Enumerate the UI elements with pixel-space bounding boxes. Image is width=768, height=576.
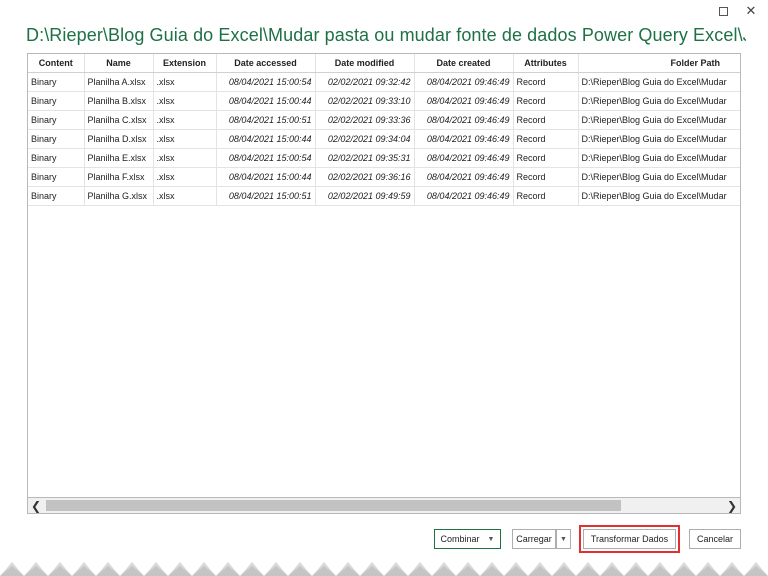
cell-date-modified: 02/02/2021 09:33:10	[315, 91, 415, 111]
cell-content: Binary	[28, 167, 85, 187]
cell-name: Planilha D.xlsx	[84, 129, 154, 149]
preview-table: Content Name Extension Date accessed Dat…	[28, 54, 740, 206]
cell-content: Binary	[28, 91, 85, 111]
cell-extension: .xlsx	[153, 167, 217, 187]
cell-extension: .xlsx	[153, 110, 217, 130]
cell-content: Binary	[28, 186, 85, 206]
table-row[interactable]: Binary Planilha E.xlsx .xlsx 08/04/2021 …	[28, 148, 740, 168]
column-header-content[interactable]: Content	[28, 54, 85, 73]
window-title: D:\Rieper\Blog Guia do Excel\Mudar pasta…	[26, 25, 746, 45]
cell-extension: .xlsx	[153, 91, 217, 111]
cell-date-modified: 02/02/2021 09:49:59	[315, 186, 415, 206]
cell-date-modified: 02/02/2021 09:36:16	[315, 167, 415, 187]
data-preview-grid[interactable]: Content Name Extension Date accessed Dat…	[27, 53, 741, 514]
column-header-attributes[interactable]: Attributes	[513, 54, 579, 73]
caret-down-icon: ▼	[560, 535, 567, 543]
cell-date-accessed: 08/04/2021 15:00:44	[216, 167, 316, 187]
cell-attributes: Record	[513, 148, 579, 168]
scrollbar-track[interactable]	[44, 500, 724, 511]
column-header-extension[interactable]: Extension	[153, 54, 217, 73]
cell-date-modified: 02/02/2021 09:35:31	[315, 148, 415, 168]
cell-date-accessed: 08/04/2021 15:00:51	[216, 186, 316, 206]
cell-attributes: Record	[513, 167, 579, 187]
combinar-button[interactable]: Combinar ▼	[434, 529, 501, 549]
dialog-footer: Combinar ▼ Carregar ▼ Transformar Dados …	[0, 525, 768, 553]
cell-attributes: Record	[513, 129, 579, 149]
table-row[interactable]: Binary Planilha A.xlsx .xlsx 08/04/2021 …	[28, 72, 740, 92]
cell-name: Planilha B.xlsx	[84, 91, 154, 111]
cell-date-created: 08/04/2021 09:46:49	[414, 167, 514, 187]
scrollbar-thumb[interactable]	[46, 500, 621, 511]
transformar-dados-button[interactable]: Transformar Dados	[583, 529, 676, 549]
cell-attributes: Record	[513, 110, 579, 130]
scroll-right-button[interactable]: ❯	[724, 498, 740, 513]
cell-folder-path: D:\Rieper\Blog Guia do Excel\Mudar	[578, 129, 740, 149]
cell-folder-path: D:\Rieper\Blog Guia do Excel\Mudar	[578, 167, 740, 187]
cell-date-accessed: 08/04/2021 15:00:44	[216, 129, 316, 149]
horizontal-scrollbar[interactable]: ❮ ❯	[27, 497, 741, 514]
carregar-dropdown-button[interactable]: ▼	[556, 529, 571, 549]
combinar-label: Combinar	[440, 534, 480, 544]
chevron-right-icon: ❯	[726, 498, 738, 513]
cell-extension: .xlsx	[153, 186, 217, 206]
cell-folder-path: D:\Rieper\Blog Guia do Excel\Mudar	[578, 110, 740, 130]
cell-date-modified: 02/02/2021 09:32:42	[315, 72, 415, 92]
cell-folder-path: D:\Rieper\Blog Guia do Excel\Mudar	[578, 186, 740, 206]
maximize-icon	[718, 6, 728, 16]
close-button[interactable]: ✕	[744, 3, 758, 18]
cell-date-accessed: 08/04/2021 15:00:54	[216, 72, 316, 92]
table-row[interactable]: Binary Planilha F.xlsx .xlsx 08/04/2021 …	[28, 167, 740, 187]
caret-down-icon: ▼	[487, 535, 495, 543]
column-header-date-accessed[interactable]: Date accessed	[216, 54, 316, 73]
cell-name: Planilha E.xlsx	[84, 148, 154, 168]
cell-folder-path: D:\Rieper\Blog Guia do Excel\Mudar	[578, 148, 740, 168]
window-controls: ✕	[716, 3, 758, 18]
cell-folder-path: D:\Rieper\Blog Guia do Excel\Mudar	[578, 91, 740, 111]
carregar-button[interactable]: Carregar	[512, 529, 556, 549]
close-icon: ✕	[745, 3, 757, 18]
cell-date-accessed: 08/04/2021 15:00:44	[216, 91, 316, 111]
scroll-left-button[interactable]: ❮	[28, 498, 44, 513]
cell-name: Planilha C.xlsx	[84, 110, 154, 130]
maximize-button[interactable]	[716, 4, 730, 18]
cell-name: Planilha F.xlsx	[84, 167, 154, 187]
cancelar-button[interactable]: Cancelar	[689, 529, 741, 549]
cell-attributes: Record	[513, 91, 579, 111]
cell-date-accessed: 08/04/2021 15:00:51	[216, 110, 316, 130]
cell-extension: .xlsx	[153, 148, 217, 168]
column-header-date-created[interactable]: Date created	[414, 54, 514, 73]
cell-date-modified: 02/02/2021 09:34:04	[315, 129, 415, 149]
cell-attributes: Record	[513, 186, 579, 206]
header-row: Content Name Extension Date accessed Dat…	[28, 54, 740, 73]
cell-folder-path: D:\Rieper\Blog Guia do Excel\Mudar	[578, 72, 740, 92]
cell-date-modified: 02/02/2021 09:33:36	[315, 110, 415, 130]
cell-date-created: 08/04/2021 09:46:49	[414, 186, 514, 206]
cell-date-created: 08/04/2021 09:46:49	[414, 72, 514, 92]
table-row[interactable]: Binary Planilha C.xlsx .xlsx 08/04/2021 …	[28, 110, 740, 130]
column-header-name[interactable]: Name	[84, 54, 154, 73]
cell-attributes: Record	[513, 72, 579, 92]
column-header-date-modified[interactable]: Date modified	[315, 54, 415, 73]
column-header-folder-path[interactable]: Folder Path	[578, 54, 740, 73]
cell-content: Binary	[28, 72, 85, 92]
cell-date-created: 08/04/2021 09:46:49	[414, 148, 514, 168]
cell-content: Binary	[28, 148, 85, 168]
table-row[interactable]: Binary Planilha G.xlsx .xlsx 08/04/2021 …	[28, 186, 740, 206]
chevron-left-icon: ❮	[30, 498, 42, 513]
table-row[interactable]: Binary Planilha B.xlsx .xlsx 08/04/2021 …	[28, 91, 740, 111]
cell-extension: .xlsx	[153, 129, 217, 149]
table-row[interactable]: Binary Planilha D.xlsx .xlsx 08/04/2021 …	[28, 129, 740, 149]
cell-name: Planilha A.xlsx	[84, 72, 154, 92]
torn-edge-decoration	[0, 556, 768, 576]
cell-date-created: 08/04/2021 09:46:49	[414, 129, 514, 149]
cell-name: Planilha G.xlsx	[84, 186, 154, 206]
cell-content: Binary	[28, 129, 85, 149]
cell-date-created: 08/04/2021 09:46:49	[414, 91, 514, 111]
cell-content: Binary	[28, 110, 85, 130]
cell-date-accessed: 08/04/2021 15:00:54	[216, 148, 316, 168]
cell-extension: .xlsx	[153, 72, 217, 92]
cell-date-created: 08/04/2021 09:46:49	[414, 110, 514, 130]
